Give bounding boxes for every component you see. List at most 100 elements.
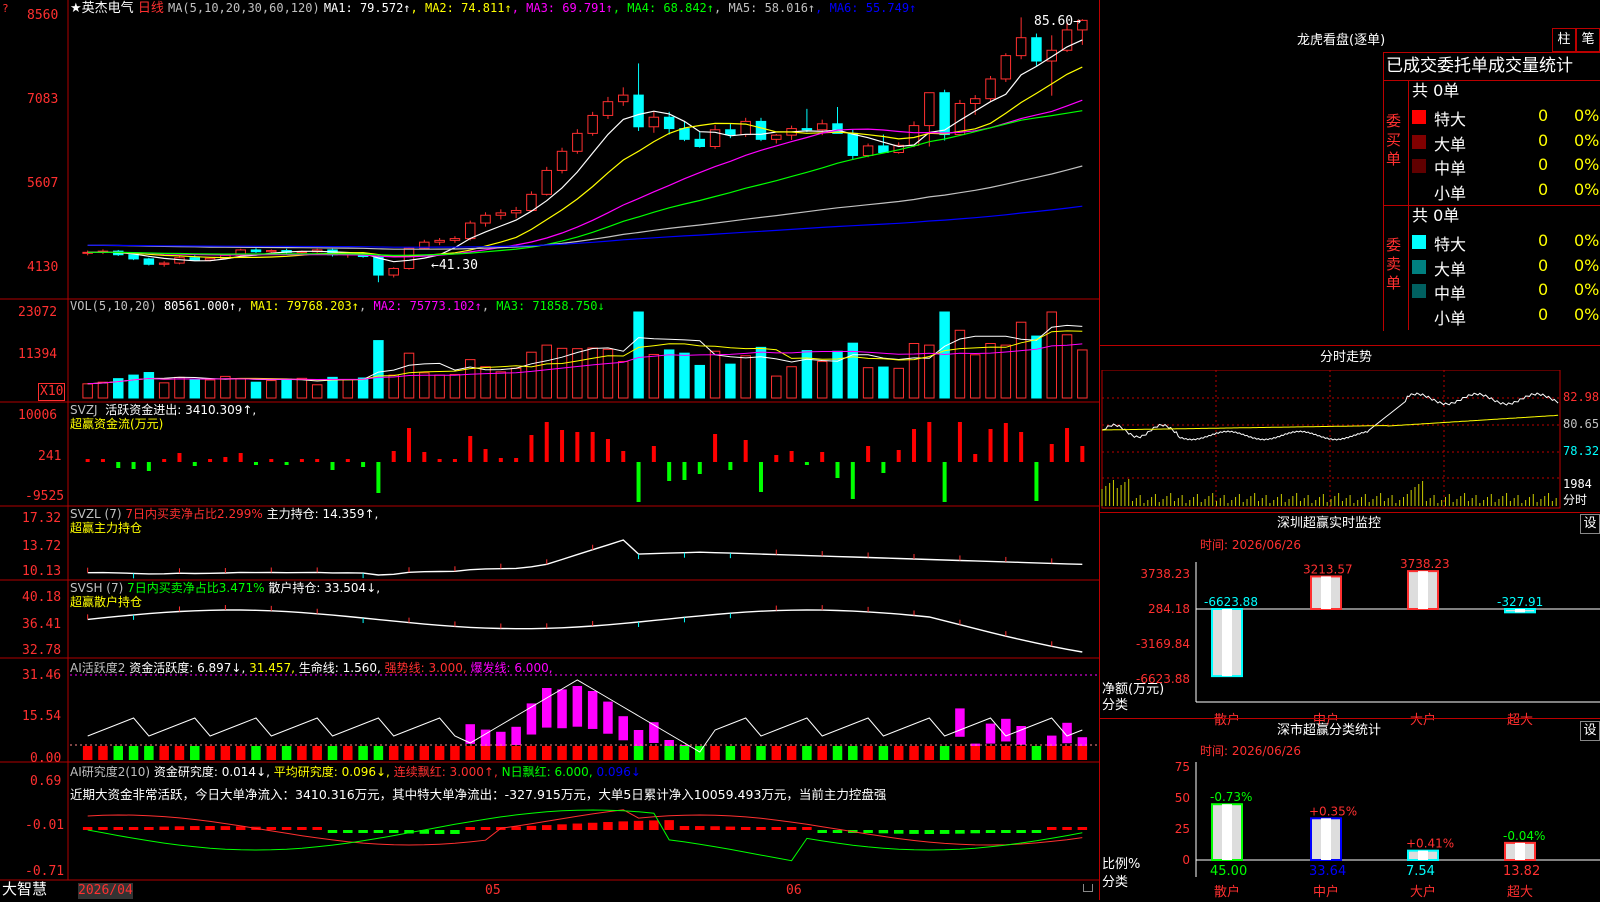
svzj-bar xyxy=(162,459,167,462)
volume-bar xyxy=(633,311,644,399)
lhb-btn-bar[interactable]: 柱 xyxy=(1552,28,1576,52)
buy-label: 委买单 xyxy=(1386,112,1402,168)
candle[interactable] xyxy=(969,98,981,104)
volume-bar xyxy=(235,378,246,399)
svzj-bar xyxy=(697,462,702,474)
candle[interactable] xyxy=(694,138,706,148)
vol-unit[interactable]: X10 xyxy=(38,383,66,401)
szmon-settings-button[interactable]: 设 xyxy=(1580,514,1600,534)
svzj-bar xyxy=(1065,428,1070,462)
volume-bar xyxy=(786,366,797,399)
candle[interactable] xyxy=(434,239,445,243)
intraday-chart[interactable] xyxy=(1100,370,1600,510)
candle[interactable] xyxy=(143,258,155,265)
svzj-bar xyxy=(881,462,886,473)
svzj-bar xyxy=(912,429,917,462)
candle[interactable] xyxy=(847,132,859,156)
ai1-bar xyxy=(909,746,919,760)
candle[interactable] xyxy=(449,238,461,241)
candle[interactable] xyxy=(618,94,629,103)
volume-bar xyxy=(1077,349,1088,399)
candle[interactable] xyxy=(633,94,644,128)
candle[interactable] xyxy=(878,145,889,153)
candle[interactable] xyxy=(388,267,399,276)
svzj-bar xyxy=(407,428,412,462)
ai1-header: AI活跃度2 资金活跃度: 6.897↓, 31.457, 生命线: 1.560… xyxy=(70,661,553,675)
candle[interactable] xyxy=(526,193,537,211)
candle[interactable] xyxy=(602,101,614,116)
candle[interactable] xyxy=(250,249,262,253)
ai1-bar xyxy=(98,746,108,760)
sell-row-2: 中单 0 0% xyxy=(1412,280,1600,305)
svzj-bar xyxy=(544,422,549,462)
candle[interactable] xyxy=(1015,37,1027,57)
ai1-bar xyxy=(771,746,782,760)
ai1-bar xyxy=(557,746,567,760)
szmon-ylab: 净额(万元) xyxy=(1102,682,1165,697)
ai1-bar xyxy=(756,746,766,760)
candle[interactable] xyxy=(1031,37,1042,62)
ai1-bar-top xyxy=(587,691,598,729)
candle[interactable] xyxy=(771,134,782,140)
ai1-bar xyxy=(664,746,674,760)
volume-bar xyxy=(969,354,981,399)
volume-bar xyxy=(189,379,201,399)
candle[interactable] xyxy=(480,214,491,224)
candle[interactable] xyxy=(572,132,583,152)
sell-count-2: 0 xyxy=(1538,280,1549,299)
volume-bar xyxy=(694,364,706,399)
volume-bar xyxy=(143,372,155,399)
candle[interactable] xyxy=(587,114,598,134)
candle[interactable] xyxy=(158,262,170,265)
brand-logo[interactable]: 大智慧 xyxy=(2,881,47,897)
lhb-btn-pen[interactable]: 笔 xyxy=(1576,28,1600,52)
volume-bar xyxy=(663,349,675,399)
period-label[interactable]: 日线 xyxy=(138,1,164,16)
svzl-axis-3: 10.13 xyxy=(22,564,62,579)
volume-bar xyxy=(373,340,384,399)
stock-name[interactable]: 英杰电气 xyxy=(82,1,134,16)
candle[interactable] xyxy=(266,250,277,253)
ai1-bar xyxy=(802,746,812,760)
lock-icon[interactable] xyxy=(1083,884,1093,892)
candle[interactable] xyxy=(556,150,568,171)
candle[interactable] xyxy=(510,209,522,214)
ai2-bar xyxy=(817,830,827,833)
buy-swatch-0 xyxy=(1412,110,1426,124)
candle[interactable] xyxy=(128,254,139,260)
candle[interactable] xyxy=(1000,55,1012,80)
candle[interactable] xyxy=(725,129,736,136)
svzj-bar xyxy=(927,422,932,462)
buy-pct-2: 0% xyxy=(1574,155,1600,174)
candle[interactable] xyxy=(801,128,813,131)
svzj-bar xyxy=(238,453,243,462)
svzj-bar xyxy=(361,462,366,467)
svzj-bar xyxy=(376,462,381,493)
candle[interactable] xyxy=(541,169,552,195)
candle[interactable] xyxy=(189,257,201,261)
candle[interactable] xyxy=(924,92,935,127)
svsh-axis-1: 40.18 xyxy=(22,590,62,605)
ai2-bar xyxy=(710,826,720,830)
szmon-bar-label: -327.91 xyxy=(1497,595,1543,609)
candle[interactable] xyxy=(495,212,507,216)
candle[interactable] xyxy=(954,102,966,136)
ai2-bar xyxy=(802,827,812,830)
candle[interactable] xyxy=(985,78,996,100)
candle[interactable] xyxy=(755,120,767,140)
candle[interactable] xyxy=(862,145,874,156)
candle[interactable] xyxy=(464,222,476,240)
volume-bar xyxy=(82,383,93,399)
szcls-settings-button[interactable]: 设 xyxy=(1580,721,1600,741)
szcls-change-label: -0.04% xyxy=(1503,829,1545,843)
buy-name-2: 中单 xyxy=(1434,159,1467,178)
lhb-subtitle: 已成交委托单成交量统计 xyxy=(1386,56,1573,76)
candle[interactable] xyxy=(663,116,675,130)
favorite-star-icon[interactable]: ★ xyxy=(70,1,82,16)
candle[interactable] xyxy=(816,123,828,131)
ai2-bar xyxy=(1046,827,1057,830)
candle[interactable] xyxy=(403,247,415,269)
candle[interactable] xyxy=(648,116,660,128)
candle[interactable] xyxy=(679,128,690,140)
szcls-bar-2 xyxy=(1407,849,1439,861)
